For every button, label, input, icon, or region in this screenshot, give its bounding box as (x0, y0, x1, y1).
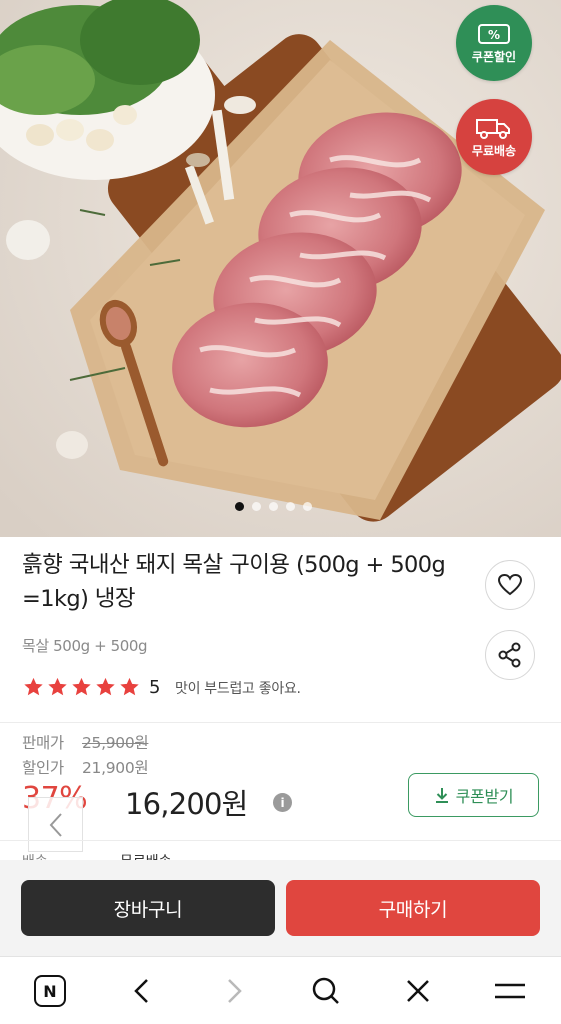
forward-arrow-icon (228, 979, 242, 1003)
star-icon (120, 677, 139, 696)
chevron-left-icon (49, 812, 62, 837)
star-icon (24, 677, 43, 696)
carousel-dot[interactable] (286, 502, 295, 511)
heart-icon (497, 573, 523, 596)
info-icon[interactable]: i (273, 793, 292, 812)
rating[interactable]: 5 (22, 676, 160, 698)
final-price: 16,200원 (125, 787, 248, 821)
star-icon (96, 677, 115, 696)
divider (0, 840, 561, 841)
carousel-dot[interactable] (303, 502, 312, 511)
discount-price: 21,900원 (82, 759, 149, 777)
coupon-percent-symbol: % (488, 28, 500, 42)
divider (0, 722, 561, 723)
floating-back-button[interactable] (28, 797, 83, 852)
browser-menu-button[interactable] (488, 969, 532, 1013)
browser-close-button[interactable] (396, 969, 440, 1013)
close-icon (407, 980, 429, 1002)
menu-icon (495, 983, 525, 999)
back-arrow-icon (134, 979, 148, 1003)
browser-search-button[interactable] (304, 969, 348, 1013)
browser-back-button[interactable] (120, 969, 164, 1013)
discount-price-label: 할인가 (22, 759, 64, 777)
product-photo (0, 0, 561, 537)
sale-price-label: 판매가 (22, 734, 64, 752)
coupon-download-button[interactable]: 쿠폰받기 (408, 773, 539, 817)
carousel-dot[interactable] (269, 502, 278, 511)
review-snippet[interactable]: 맛이 부드럽고 좋아요. (175, 678, 301, 698)
carousel-dot-active[interactable] (235, 502, 244, 511)
product-title: 흙향 국내산 돼지 목살 구이용 (500g + 500g =1kg) 냉장 (22, 552, 446, 612)
coupon-discount-badge: % 쿠폰할인 (456, 5, 532, 81)
original-price: 25,900원 (82, 734, 149, 752)
shipping-value: 무료배송 (120, 851, 172, 860)
truck-icon (476, 118, 510, 139)
add-to-cart-button[interactable]: 장바구니 (21, 880, 275, 936)
star-rating (22, 676, 141, 698)
share-icon (498, 642, 521, 668)
coupon-icon: % (478, 23, 510, 44)
product-image-carousel[interactable]: % 쿠폰할인 무료배송 (0, 0, 561, 537)
free-shipping-label: 무료배송 (471, 143, 517, 158)
wishlist-button[interactable] (485, 560, 535, 610)
coupon-download-label: 쿠폰받기 (455, 787, 514, 806)
naver-home-button[interactable]: N (28, 969, 72, 1013)
product-option: 목살 500g + 500g (22, 637, 148, 655)
buy-now-button[interactable]: 구매하기 (286, 880, 540, 936)
shipping-label: 배송 (22, 851, 48, 860)
browser-forward-button[interactable] (212, 969, 256, 1013)
carousel-dot[interactable] (252, 502, 261, 511)
rating-score: 5 (149, 676, 161, 698)
star-icon (72, 677, 91, 696)
browser-navigation-bar: N (0, 956, 561, 1024)
download-icon (435, 788, 448, 803)
purchase-action-bar: 장바구니 구매하기 (0, 860, 561, 956)
carousel-indicator (235, 502, 312, 511)
search-icon (312, 977, 339, 1004)
free-shipping-badge: 무료배송 (456, 99, 532, 175)
naver-home-icon: N (34, 975, 66, 1007)
coupon-badge-label: 쿠폰할인 (471, 49, 517, 64)
star-icon (48, 677, 67, 696)
share-button[interactable] (485, 630, 535, 680)
